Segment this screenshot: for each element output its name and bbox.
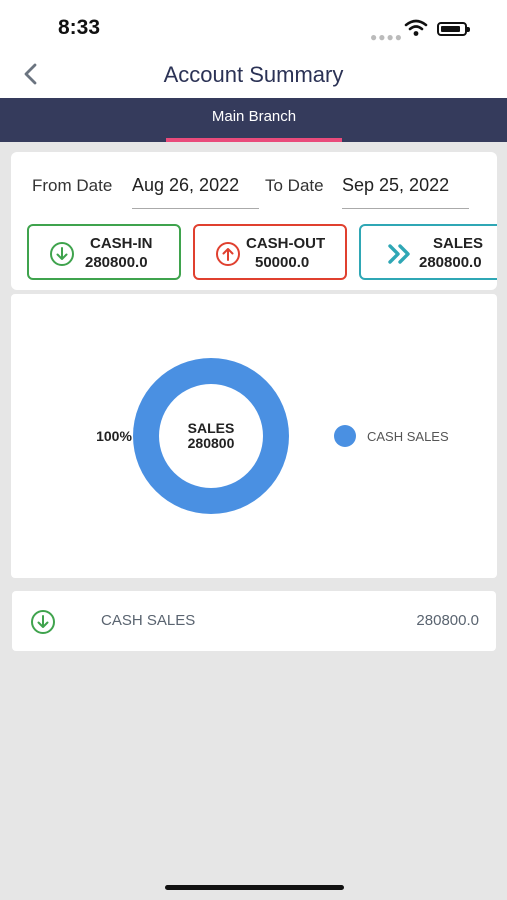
from-date-underline	[132, 208, 259, 209]
status-time: 8:33	[58, 16, 101, 39]
chart-card: SALES 280800 100% CASH SALES	[11, 294, 497, 578]
arrow-down-circle-icon	[50, 242, 74, 266]
nav-bar: Account Summary	[0, 54, 507, 98]
double-chevron-right-icon	[388, 244, 410, 264]
sales-tile[interactable]: SALES 280800.0	[359, 224, 497, 280]
home-indicator	[165, 885, 344, 890]
from-date-label: From Date	[32, 176, 113, 195]
to-date-label: To Date	[265, 176, 324, 195]
arrow-down-circle-icon	[31, 610, 55, 634]
cash-out-value: 50000.0	[255, 254, 310, 271]
donut-center-title: SALES	[188, 420, 235, 436]
slice-percent-label: 100%	[96, 428, 132, 444]
to-date-field[interactable]: Sep 25, 2022	[342, 175, 449, 196]
sales-donut-chart: SALES 280800 100% CASH SALES	[96, 358, 449, 514]
list-item-amount: 280800.0	[416, 612, 479, 629]
tab-main-branch[interactable]: Main Branch	[166, 98, 342, 142]
cash-in-label: CASH-IN	[90, 235, 153, 252]
arrow-up-circle-icon	[216, 242, 240, 266]
list-item[interactable]: CASH SALES 280800.0	[12, 591, 496, 651]
wifi-icon	[404, 19, 428, 36]
to-date-underline	[342, 208, 469, 209]
from-date-field[interactable]: Aug 26, 2022	[132, 175, 239, 196]
status-bar: 8:33 ●●●●	[0, 0, 507, 54]
legend-label-cash-sales: CASH SALES	[367, 429, 449, 444]
page-title: Account Summary	[163, 62, 344, 87]
cash-out-label: CASH-OUT	[246, 235, 326, 252]
donut-center-value: 280800	[188, 435, 235, 451]
signal-icon: ●●●●	[370, 30, 403, 44]
tab-main-branch-label: Main Branch	[211, 108, 297, 125]
summary-card: From Date Aug 26, 2022 To Date Sep 25, 2…	[11, 152, 497, 290]
sales-label: SALES	[433, 235, 484, 252]
tab-indicator	[166, 138, 342, 142]
legend-swatch-cash-sales	[334, 425, 356, 447]
branch-bar: Main Branch	[0, 98, 507, 142]
cash-out-tile[interactable]: CASH-OUT 50000.0	[193, 224, 347, 280]
list-item-label: CASH SALES	[101, 612, 196, 629]
cash-in-value: 280800.0	[85, 254, 148, 271]
sales-value: 280800.0	[419, 254, 482, 271]
cash-in-tile[interactable]: CASH-IN 280800.0	[27, 224, 181, 280]
battery-icon	[437, 22, 470, 36]
